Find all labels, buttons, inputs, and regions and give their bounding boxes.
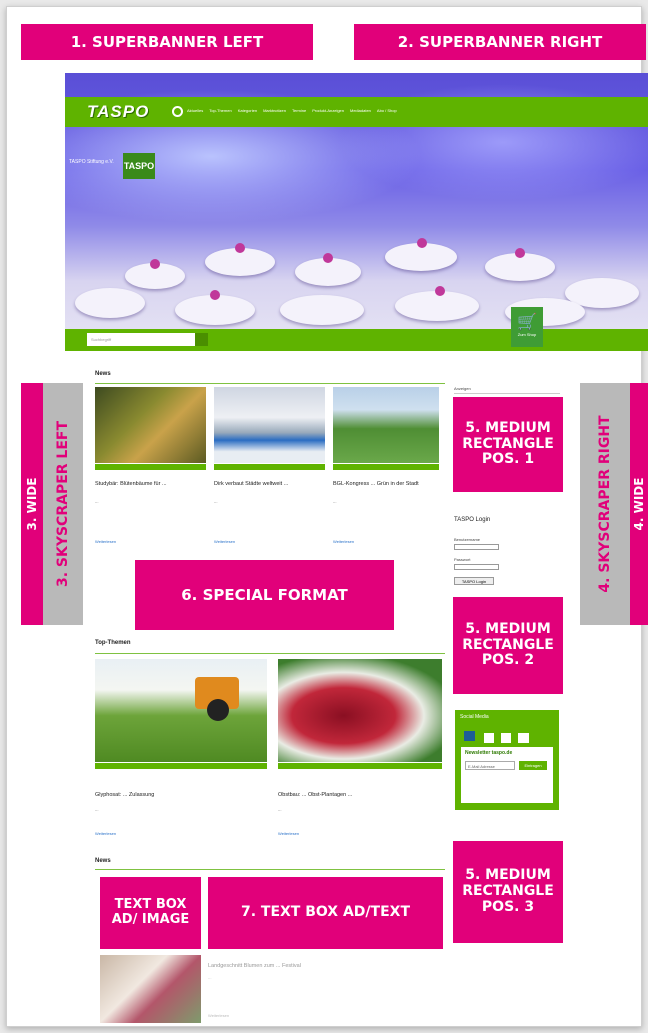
skyscraper-right-ad[interactable]: 4. SKYSCRAPER RIGHT (580, 383, 630, 625)
wide-right-ad[interactable]: 4. WIDE (630, 383, 648, 625)
news2-read-more[interactable]: Weiterlesen (208, 1013, 229, 1018)
login-button[interactable]: TASPO Login (454, 577, 494, 585)
medium-rectangle-pos3-ad[interactable]: 5. MEDIUM RECTANGLE POS. 3 (453, 841, 563, 943)
username-field[interactable] (454, 544, 499, 550)
news-read-more[interactable]: Weiterlesen (95, 539, 116, 544)
site-navbar: TASPO Aktuelles Top-Themen Kategorien Ma… (65, 97, 648, 127)
site-hero: TASPO Stiftung e.V. TASPO TASPO Aktuelle… (65, 73, 648, 351)
nav-item[interactable]: Produkt-Anzeigen (312, 108, 344, 113)
page-frame: 1. SUPERBANNER LEFT 2. SUPERBANNER RIGHT… (6, 6, 648, 1027)
nav-item[interactable]: Abo / Shop (377, 108, 397, 113)
news-read-more[interactable]: Weiterlesen (214, 539, 235, 544)
social-media-title: Social Media (460, 714, 489, 720)
medium-rectangle-pos2-ad[interactable]: 5. MEDIUM RECTANGLE POS. 2 (453, 597, 563, 694)
special-format-ad[interactable]: 6. SPECIAL FORMAT (135, 560, 394, 630)
hero-sign: TASPO Stiftung e.V. (69, 159, 114, 165)
news-thumb-park[interactable] (333, 387, 439, 463)
top-title[interactable]: Obstbau: ... Obst-Plantagen ... (278, 792, 438, 799)
news-heading: News (95, 371, 111, 377)
mail-icon[interactable] (464, 731, 475, 741)
news-excerpt: ... (333, 499, 337, 504)
news-excerpt: ... (214, 499, 218, 504)
top-excerpt: ... (95, 807, 99, 812)
wide-left-ad[interactable]: 3. WIDE (21, 383, 43, 625)
cart-icon: 🛒 (517, 314, 537, 331)
superbanner-left-ad[interactable]: 1. SUPERBANNER LEFT (21, 24, 313, 60)
top-thumb-cherries[interactable] (278, 659, 442, 762)
top-thumb-tractor[interactable] (95, 659, 267, 762)
news-title[interactable]: BGL-Kongress ... Grün in der Stadt (333, 481, 439, 488)
top-themen-heading: Top-Themen (95, 640, 131, 646)
text-box-text-ad[interactable]: 7. TEXT BOX AD/TEXT (208, 877, 443, 949)
newsletter-email-input[interactable]: E-Mail Adresse (465, 761, 515, 770)
cart-label: Zum Shop (517, 332, 537, 337)
nav-item[interactable]: Mediadaten (350, 108, 371, 113)
skyscraper-left-ad[interactable]: 3. SKYSCRAPER LEFT (43, 383, 83, 625)
text-box-image-ad[interactable]: TEXT BOX AD/ IMAGE (100, 877, 201, 949)
hero-logo-screen: TASPO (123, 153, 155, 179)
news2-excerpt: ... (208, 975, 212, 980)
home-icon[interactable] (172, 106, 183, 117)
username-label: Benutzername (454, 537, 481, 542)
news-read-more[interactable]: Weiterlesen (333, 539, 354, 544)
hero-search-bar: Suchbegriff 🛒 Zum Shop (65, 307, 648, 351)
newsletter-title: Newsletter taspo.de (465, 750, 513, 756)
site-search-input[interactable]: Suchbegriff (87, 333, 195, 346)
news-thumb-police[interactable] (214, 387, 325, 463)
news2-title[interactable]: Landgeschnitt Blumen zum ... Festival (208, 963, 438, 970)
top-read-more[interactable]: Weiterlesen (95, 831, 116, 836)
sidebar-anzeigen-label: Anzeigen (454, 386, 471, 391)
facebook-icon[interactable] (484, 733, 494, 743)
news-title[interactable]: Dirk verbaut Städte weltweit ... (214, 481, 322, 488)
nav-item[interactable]: Marktnotizen (263, 108, 286, 113)
superbanner-right-ad[interactable]: 2. SUPERBANNER RIGHT (354, 24, 646, 60)
news-title[interactable]: Studybär: Blütenbäume für ... (95, 481, 203, 488)
site-logo[interactable]: TASPO (87, 102, 149, 122)
nav-item[interactable]: Termine (292, 108, 306, 113)
nav-item[interactable]: Aktuelles (187, 108, 203, 113)
search-button[interactable] (195, 333, 208, 346)
social-newsletter-widget: Social Media Newsletter taspo.de E-Mail … (455, 710, 559, 810)
news2-heading: News (95, 858, 111, 864)
nav-item[interactable]: Top-Themen (209, 108, 231, 113)
password-field[interactable] (454, 564, 499, 570)
password-label: Passwort (454, 557, 471, 562)
top-read-more[interactable]: Weiterlesen (278, 831, 299, 836)
news-thumb-bee[interactable] (95, 387, 206, 463)
twitter-icon[interactable] (501, 733, 511, 743)
medium-rectangle-pos1-ad[interactable]: 5. MEDIUM RECTANGLE POS. 1 (453, 397, 563, 492)
news2-thumb[interactable] (100, 955, 201, 1023)
news-excerpt: ... (95, 499, 99, 504)
top-excerpt: ... (278, 807, 282, 812)
newsletter-subscribe-button[interactable]: Eintragen (519, 761, 547, 770)
nav-item[interactable]: Kategorien (238, 108, 257, 113)
youtube-icon[interactable] (518, 733, 529, 743)
top-title[interactable]: Glyphosat: ... Zulassung (95, 792, 265, 799)
site-nav-menu: Aktuelles Top-Themen Kategorien Marktnot… (187, 108, 397, 113)
shop-cart-button[interactable]: 🛒 Zum Shop (511, 307, 543, 347)
login-title: TASPO Login (454, 517, 491, 523)
